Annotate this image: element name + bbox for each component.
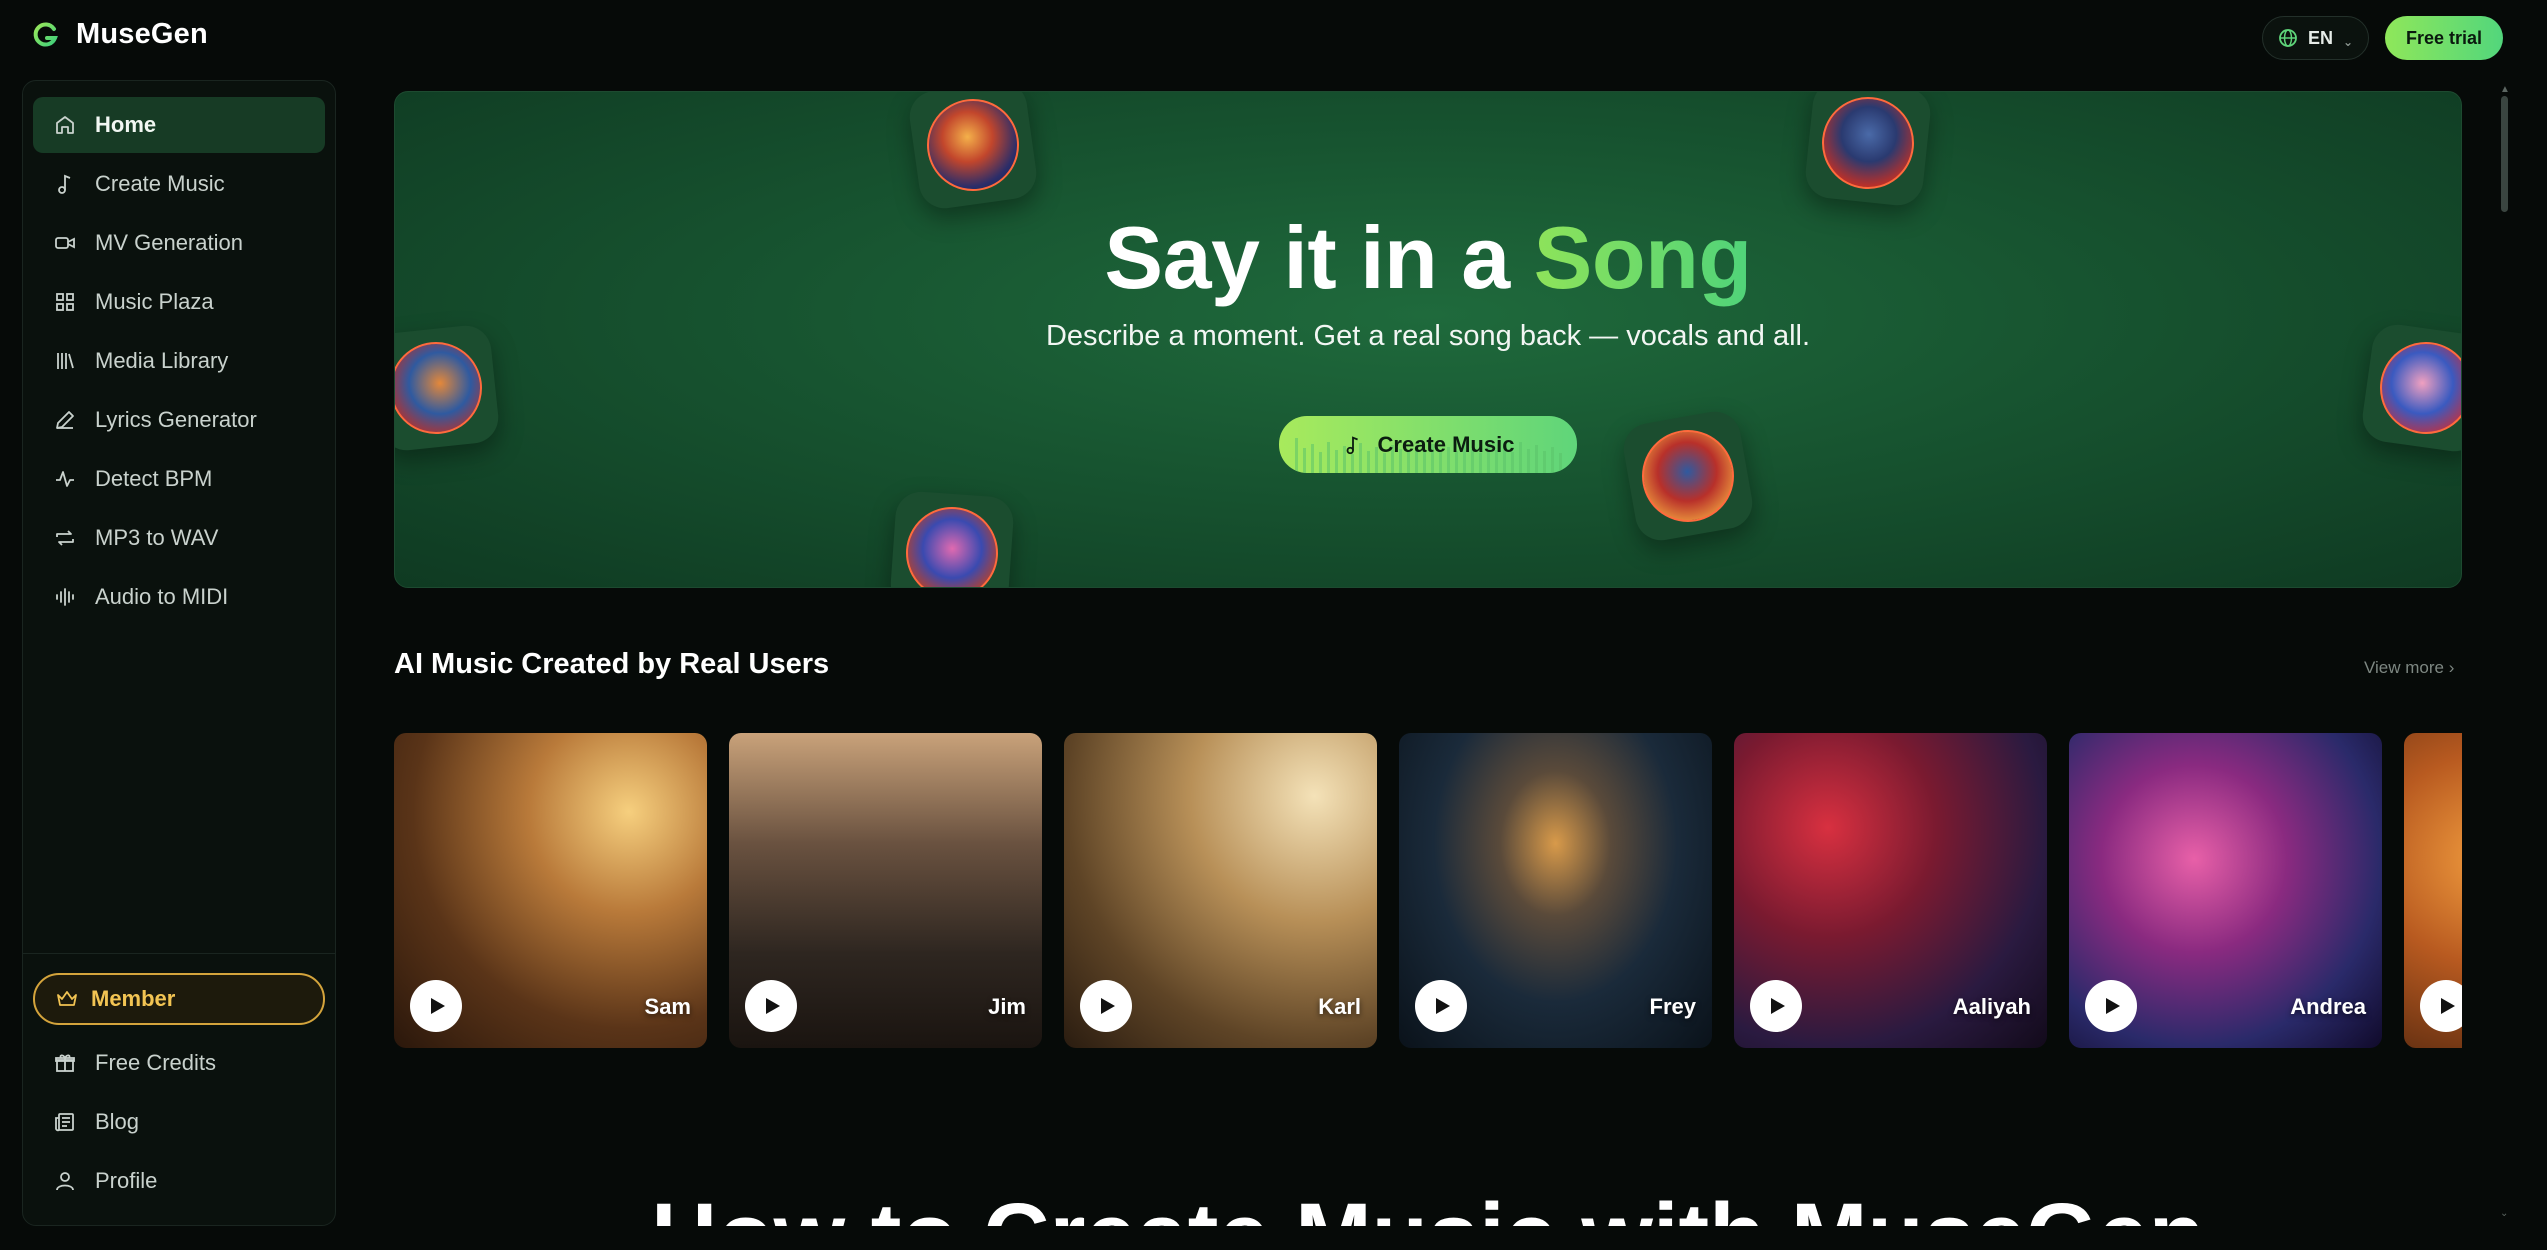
music-card[interactable]: Aaliyah xyxy=(1734,733,2047,1048)
sidebar-item-label: Music Plaza xyxy=(95,289,214,314)
card-artist-name: Jim xyxy=(988,994,1026,1019)
free-trial-button[interactable]: Free trial xyxy=(2385,16,2503,60)
sidebar-item-label: Detect BPM xyxy=(95,466,213,491)
sidebar-item-label: Blog xyxy=(95,1109,140,1134)
sidebar-item-label: Free Credits xyxy=(95,1050,217,1075)
card-artist-name: Karl xyxy=(1318,994,1361,1019)
create-music-button[interactable]: Create Music xyxy=(1279,416,1577,473)
play-icon xyxy=(1436,998,1450,1014)
language-selector[interactable]: EN ⌄ xyxy=(2262,16,2369,60)
sidebar-item-lyrics-generator[interactable]: Lyrics Generator xyxy=(33,392,325,448)
hero-title: Say it in a Song xyxy=(395,207,2461,309)
sidebar-item-mv-generation[interactable]: MV Generation xyxy=(33,215,325,271)
sidebar-item-detect-bpm[interactable]: Detect BPM xyxy=(33,451,325,507)
music-card-carousel: Sam Jim Karl Frey Aaliyah Andrea xyxy=(394,733,2462,1048)
play-icon xyxy=(431,998,445,1014)
album-art-tile xyxy=(1619,407,1757,545)
sidebar-item-label: Create Music xyxy=(95,171,225,196)
album-art-tile xyxy=(1803,92,1933,208)
sidebar-divider xyxy=(23,953,335,954)
grid-icon xyxy=(56,293,74,311)
top-bar: MuseGen EN ⌄ Free trial xyxy=(0,0,2547,72)
how-to-section-title: How to Create Music with MuseGen xyxy=(394,1186,2462,1226)
brand-name: MuseGen xyxy=(76,18,208,50)
waveform-icon xyxy=(56,588,74,606)
hero-title-accent: Song xyxy=(1533,208,1752,307)
hero-banner: Say it in a Song Describe a moment. Get … xyxy=(394,91,2462,588)
musegen-logo-icon xyxy=(33,21,58,46)
brand[interactable]: MuseGen xyxy=(32,18,208,51)
crown-icon xyxy=(57,991,77,1006)
sidebar-item-label: MV Generation xyxy=(95,230,243,255)
play-icon xyxy=(1101,998,1115,1014)
music-card[interactable]: Frey xyxy=(1399,733,1712,1048)
play-icon xyxy=(2441,998,2455,1014)
home-icon xyxy=(56,116,74,134)
card-artist-name: Frey xyxy=(1649,994,1696,1019)
music-card[interactable]: Andrea xyxy=(2069,733,2382,1048)
create-music-label: Create Music xyxy=(1377,431,1515,457)
member-label: Member xyxy=(91,986,176,1011)
library-icon xyxy=(57,353,74,369)
hero-subtitle: Describe a moment. Get a real song back … xyxy=(1045,320,1811,352)
hero-title-main: Say it in a xyxy=(1104,208,1510,307)
section-title: AI Music Created by Real Users xyxy=(394,648,830,680)
music-card[interactable] xyxy=(2404,733,2462,1048)
chevron-down-icon: ⌄ xyxy=(2342,35,2354,49)
gift-icon xyxy=(55,1054,75,1072)
sidebar-bottom-nav: Free Credits Blog Profile xyxy=(33,1035,325,1212)
scrollbar-thumb[interactable] xyxy=(2501,96,2508,212)
sidebar-item-profile[interactable]: Profile xyxy=(33,1153,325,1209)
card-artist-name: Aaliyah xyxy=(1952,994,2031,1019)
sidebar-item-home[interactable]: Home xyxy=(33,97,325,153)
sidebar-nav: Home Create Music MV Generation Music Pl… xyxy=(33,97,325,628)
music-note-icon xyxy=(1346,435,1358,454)
sidebar-item-label: Profile xyxy=(95,1168,158,1193)
card-artist-name: Sam xyxy=(644,994,691,1019)
sidebar-item-audio-to-midi[interactable]: Audio to MIDI xyxy=(33,569,325,625)
music-note-icon xyxy=(58,174,71,194)
sidebar-item-mp3-to-wav[interactable]: MP3 to WAV xyxy=(33,510,325,566)
sidebar-item-label: Lyrics Generator xyxy=(95,407,257,432)
play-icon xyxy=(2106,998,2120,1014)
member-button[interactable]: Member xyxy=(33,973,325,1025)
pen-icon xyxy=(56,411,74,429)
play-icon xyxy=(766,998,780,1014)
play-icon xyxy=(1771,998,1785,1014)
music-card[interactable]: Karl xyxy=(1064,733,1377,1048)
music-card[interactable]: Sam xyxy=(394,733,707,1048)
sidebar-item-label: Audio to MIDI xyxy=(95,584,229,609)
album-art-tile xyxy=(906,92,1040,212)
sidebar-item-blog[interactable]: Blog xyxy=(33,1094,325,1150)
pulse-icon xyxy=(56,471,74,487)
convert-icon xyxy=(56,530,74,546)
language-label: EN xyxy=(2307,27,2333,48)
sidebar-item-label: Media Library xyxy=(95,348,229,373)
scroll-up-arrow-icon[interactable]: ▲ xyxy=(2500,84,2510,95)
play-button[interactable] xyxy=(745,980,797,1032)
play-button[interactable] xyxy=(2085,980,2137,1032)
play-button[interactable] xyxy=(1750,980,1802,1032)
play-button[interactable] xyxy=(2420,980,2462,1032)
card-artist-name: Andrea xyxy=(2290,994,2366,1019)
view-more-link[interactable]: View more › xyxy=(2364,658,2454,678)
play-button[interactable] xyxy=(1415,980,1467,1032)
sidebar-item-label: MP3 to WAV xyxy=(95,525,219,550)
sidebar-item-music-plaza[interactable]: Music Plaza xyxy=(33,274,325,330)
scroll-down-arrow-icon[interactable]: ⌄ xyxy=(2500,1208,2508,1219)
album-art-tile xyxy=(889,490,1015,587)
play-button[interactable] xyxy=(1080,980,1132,1032)
sidebar: Home Create Music MV Generation Music Pl… xyxy=(22,80,336,1226)
newspaper-icon xyxy=(55,1113,74,1132)
sidebar-item-label: Home xyxy=(95,112,157,137)
user-icon xyxy=(56,1172,74,1191)
sidebar-item-free-credits[interactable]: Free Credits xyxy=(33,1035,325,1091)
sidebar-item-create-music[interactable]: Create Music xyxy=(33,156,325,212)
music-card[interactable]: Jim xyxy=(729,733,1042,1048)
globe-icon xyxy=(2279,29,2297,47)
how-to-title-text: How to Create Music with MuseGen xyxy=(394,1186,2462,1226)
video-camera-icon xyxy=(55,237,75,249)
play-button[interactable] xyxy=(410,980,462,1032)
sidebar-item-media-library[interactable]: Media Library xyxy=(33,333,325,389)
